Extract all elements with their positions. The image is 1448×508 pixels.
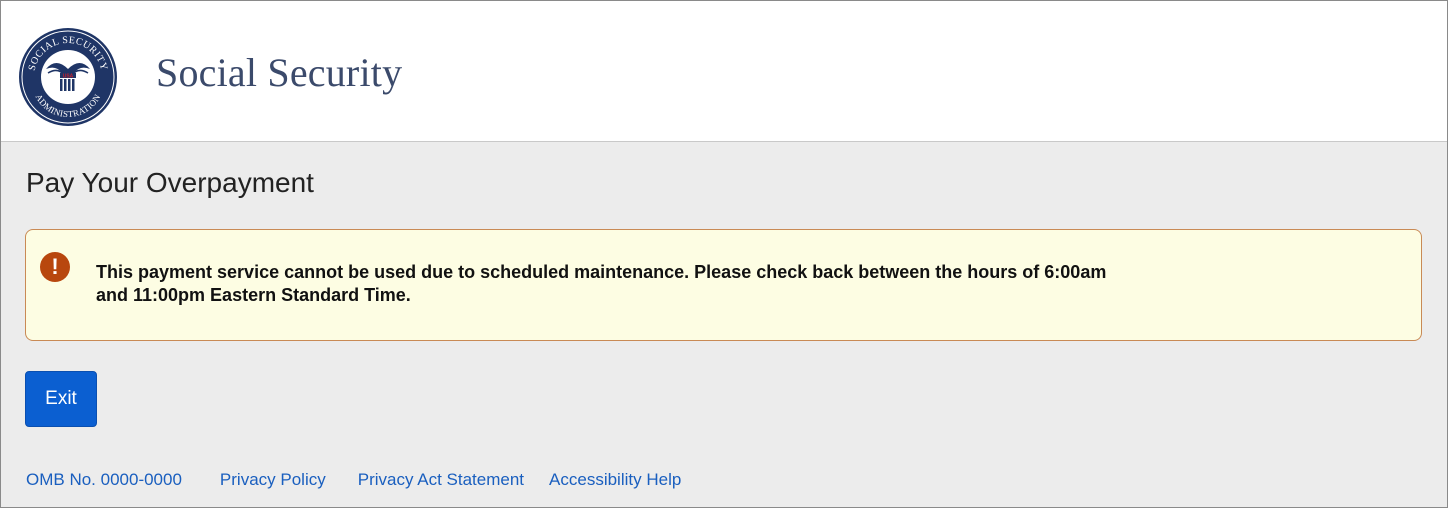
footer-links: OMB No. 0000-0000 Privacy Policy Privacy A…	[26, 470, 715, 490]
brand-title: Social Security	[156, 50, 403, 95]
maintenance-alert: ! This payment service cannot be used du…	[25, 229, 1422, 341]
site-header: SOCIAL SECURITY ADMINISTRATION USA Socia…	[1, 1, 1447, 142]
footer-link-privacy-act[interactable]: Privacy Act Statement	[358, 470, 524, 489]
footer-link-privacy-policy[interactable]: Privacy Policy	[220, 470, 326, 489]
page-frame: SOCIAL SECURITY ADMINISTRATION USA Socia…	[0, 0, 1448, 508]
seal-center-text: USA	[63, 74, 74, 80]
ssa-seal-logo: SOCIAL SECURITY ADMINISTRATION USA	[19, 28, 117, 126]
footer-link-accessibility[interactable]: Accessibility Help	[549, 470, 681, 489]
footer-link-omb[interactable]: OMB No. 0000-0000	[26, 470, 182, 489]
alert-message: This payment service cannot be used due …	[96, 261, 1396, 307]
exit-button[interactable]: Exit	[25, 371, 97, 427]
exclamation-icon: !	[40, 252, 70, 282]
alert-message-line-2: and 11:00pm Eastern Standard Time.	[96, 285, 411, 305]
page-title: Pay Your Overpayment	[26, 167, 314, 198]
alert-message-line-1: This payment service cannot be used due …	[96, 262, 1107, 282]
